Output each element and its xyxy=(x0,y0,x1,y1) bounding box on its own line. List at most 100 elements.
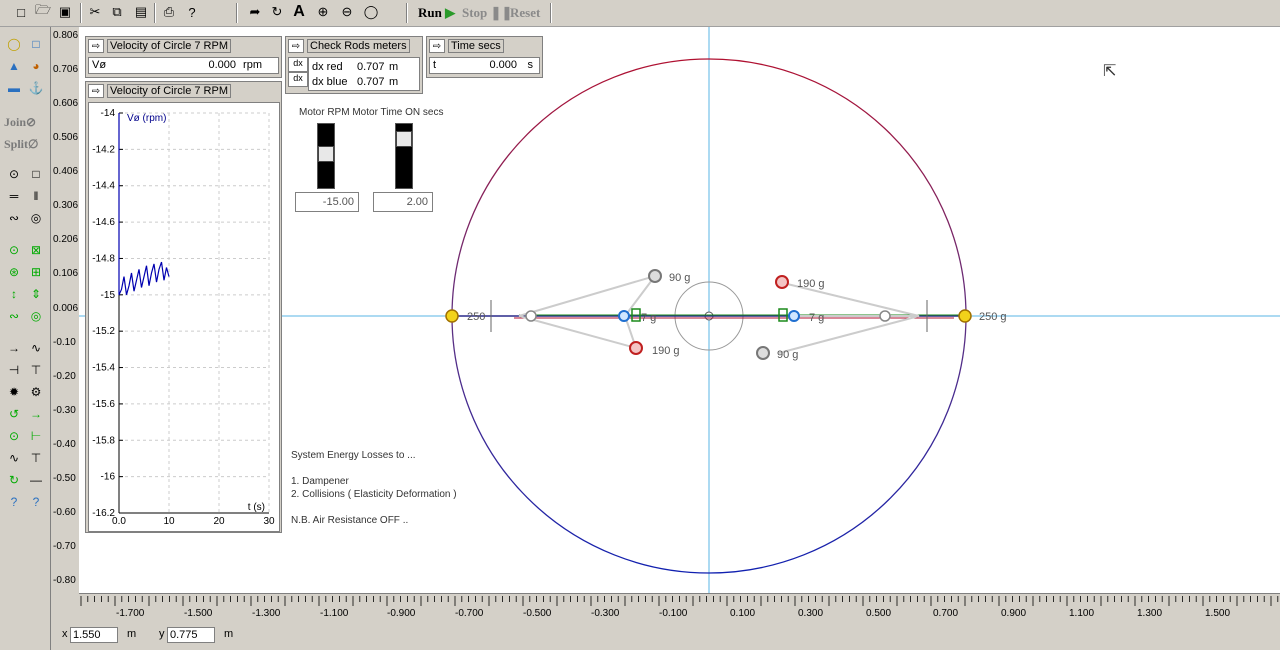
zoom-in-icon[interactable]: ⊕ xyxy=(314,3,332,21)
point-element-icon[interactable]: ⊙ xyxy=(4,165,24,183)
spring-icon[interactable]: ∿ xyxy=(26,339,46,357)
x-coord-field[interactable]: 1.550 xyxy=(70,627,118,643)
torsion-spring-icon[interactable]: ∿ xyxy=(4,449,24,467)
circular-slot-icon[interactable]: ◎ xyxy=(26,209,46,227)
question-tool-2-icon[interactable]: ? xyxy=(26,493,46,511)
vertical-keyed-joint-icon[interactable]: ⇕ xyxy=(26,285,46,303)
v-ruler-label: -0.60 xyxy=(53,507,76,518)
motor-icon[interactable]: ↺ xyxy=(4,405,24,423)
pin-joint-icon[interactable]: ⊙ xyxy=(4,241,24,259)
cut-icon[interactable]: ✂ xyxy=(86,3,104,21)
horizontal-slot-icon[interactable]: ═ xyxy=(4,187,24,205)
velocity-meter[interactable]: ⇨ Velocity of Circle 7 RPM Vø 0.000 rpm xyxy=(85,36,282,78)
paste-icon[interactable]: ▤ xyxy=(132,3,150,21)
text-icon[interactable]: A xyxy=(290,3,308,21)
status-bar: x 1.550 m y 0.775 m xyxy=(51,624,1280,650)
gear-icon[interactable]: ⚙ xyxy=(26,383,46,401)
square-tool-icon[interactable]: ▬ xyxy=(4,79,24,97)
x-axis-label: t (s) xyxy=(248,502,265,513)
meter-arrow-icon[interactable]: ⇨ xyxy=(429,39,445,53)
curved-slot-icon[interactable]: ∾ xyxy=(4,209,24,227)
v-ruler-label: -0.10 xyxy=(53,337,76,348)
new-file-icon[interactable]: □ xyxy=(12,3,30,21)
circular-slot-joint-icon[interactable]: ◎ xyxy=(26,307,46,325)
zoom-out-icon[interactable]: ⊖ xyxy=(338,3,356,21)
question-tool-icon[interactable]: ? xyxy=(4,493,24,511)
h-ruler-label: 0.500 xyxy=(866,608,892,619)
force-icon[interactable]: ⊤ xyxy=(26,449,46,467)
run-button[interactable]: Run ▶ xyxy=(418,5,455,21)
pointer-icon[interactable]: ➦ xyxy=(246,3,264,21)
anchor-icon[interactable]: ⚓ xyxy=(26,79,46,97)
motor-rpm-thumb[interactable] xyxy=(318,145,334,162)
meter-arrow-icon[interactable]: ⇨ xyxy=(288,39,304,53)
v-ruler-label: -0.80 xyxy=(53,575,76,586)
join-button[interactable]: Join⊘ xyxy=(4,115,36,130)
motor-rpm-slider[interactable] xyxy=(317,123,335,189)
motor-rpm-field[interactable]: -15.00 xyxy=(295,192,359,212)
help-icon[interactable]: ? xyxy=(183,3,201,21)
dx-red-toggle[interactable]: dx xyxy=(288,57,308,72)
check-rods-meter[interactable]: ⇨ Check Rods meters dx dx dx red 0.707 m… xyxy=(285,36,423,94)
rigid-joint-icon[interactable]: ⊠ xyxy=(26,241,46,259)
vertical-slot-icon[interactable]: ‖ xyxy=(26,187,46,205)
h-ruler-label: -1.500 xyxy=(184,608,213,619)
x-coord-label: x xyxy=(62,628,68,640)
vertical-ruler: 0.806 0.706 0.606 0.506 0.406 0.306 0.20… xyxy=(51,27,80,593)
rotational-damper-icon[interactable]: ⊙ xyxy=(4,427,24,445)
split-button[interactable]: Split∅ xyxy=(4,137,38,152)
save-icon[interactable]: ▣ xyxy=(56,3,74,21)
y-tick-label: -15.2 xyxy=(92,326,115,337)
meter-header: ⇨ Velocity of Circle 7 RPM xyxy=(88,39,231,53)
h-ruler-label: -1.100 xyxy=(320,608,349,619)
line-icon[interactable]: — xyxy=(26,471,46,489)
pulley-icon[interactable]: ✹ xyxy=(4,383,24,401)
curved-body-tool-icon[interactable]: ◕ xyxy=(26,57,46,75)
polygon-tool-icon[interactable]: ▲ xyxy=(4,57,24,75)
motor-time-field[interactable]: 2.00 xyxy=(373,192,433,212)
v-ruler-label: -0.40 xyxy=(53,439,76,450)
zoom-fit-icon[interactable]: ◯ xyxy=(362,3,380,21)
y-axis-label: Vø (rpm) xyxy=(127,113,166,124)
dx-blue-toggle[interactable]: dx xyxy=(288,72,308,87)
time-meter[interactable]: ⇨ Time secs t 0.000 s xyxy=(426,36,543,78)
rotational-motor-icon[interactable]: ↻ xyxy=(4,471,24,489)
rectangle-tool-icon[interactable]: □ xyxy=(26,35,46,53)
horizontal-slot-joint-icon[interactable]: ⊛ xyxy=(4,263,24,281)
curved-slot-joint-icon[interactable]: ∾ xyxy=(4,307,24,325)
open-folder-icon[interactable]: 🗁 xyxy=(34,2,52,21)
linear-damper-icon[interactable]: ⊢ xyxy=(26,427,46,445)
copy-icon[interactable]: ⧉ xyxy=(108,3,126,21)
run-label: Run xyxy=(418,5,442,20)
circle-tool-icon[interactable]: ◯ xyxy=(4,35,24,53)
motor-time-thumb[interactable] xyxy=(396,131,412,148)
horizontal-ruler: -1.700 -1.500 -1.300 -1.100 -0.900 -0.70… xyxy=(79,593,1280,624)
stop-button[interactable]: Stop ❚❚ xyxy=(462,5,512,21)
h-ruler-label: -1.700 xyxy=(116,608,145,619)
meter-arrow-icon[interactable]: ⇨ xyxy=(88,39,104,53)
vertical-slot-joint-icon[interactable]: ↕ xyxy=(4,285,24,303)
y-coord-field[interactable]: 0.775 xyxy=(167,627,215,643)
right-inner-mass xyxy=(788,310,800,322)
actuator-icon[interactable]: → xyxy=(26,405,46,423)
print-icon[interactable]: ⎙ xyxy=(160,3,178,21)
v-ruler-label: 0.806 xyxy=(53,30,79,41)
rope-icon[interactable]: ⊤ xyxy=(26,361,46,379)
x-tick-label: 30 xyxy=(263,516,275,527)
motor-time-slider[interactable] xyxy=(395,123,413,189)
separator-icon[interactable]: ⊣ xyxy=(4,361,24,379)
notes-line-2: 1. Dampener xyxy=(291,476,349,487)
pause-icon: ❚❚ xyxy=(487,5,513,20)
rod-icon[interactable]: → xyxy=(4,339,24,357)
reset-button[interactable]: Reset xyxy=(510,5,540,21)
keyed-slot-joint-icon[interactable]: ⊞ xyxy=(26,263,46,281)
time-unit: s xyxy=(527,59,534,71)
meter-header: ⇨ Velocity of Circle 7 RPM xyxy=(88,84,231,98)
rotate-icon[interactable]: ↻ xyxy=(268,3,286,21)
velocity-graph-meter[interactable]: ⇨ Velocity of Circle 7 RPM -14 -14.2 -14.4… xyxy=(85,81,282,533)
mass-label: 7 g xyxy=(809,312,825,324)
square-point-icon[interactable]: □ xyxy=(26,165,46,183)
v-ruler-label: -0.50 xyxy=(53,473,76,484)
meter-arrow-icon[interactable]: ⇨ xyxy=(88,84,104,98)
toolbar-divider xyxy=(80,3,82,23)
